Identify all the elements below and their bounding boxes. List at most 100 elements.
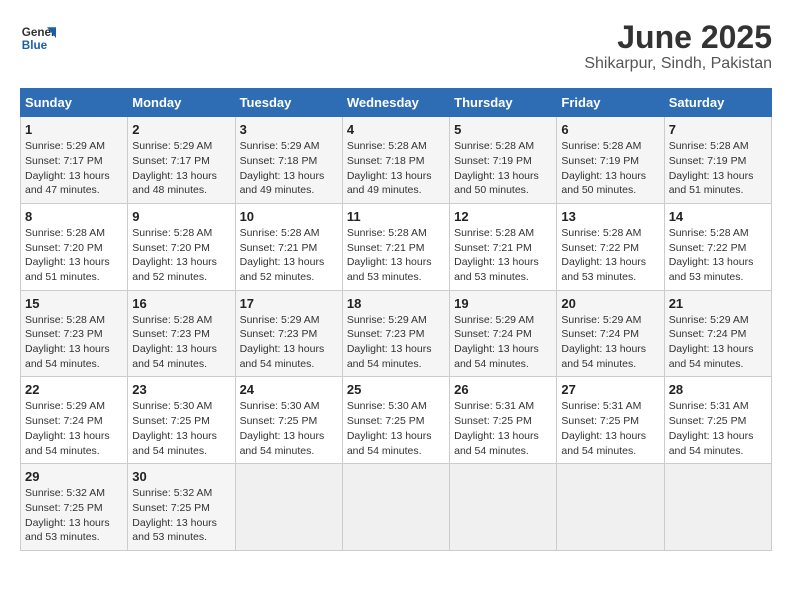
- day-number: 25: [347, 382, 445, 397]
- day-number: 28: [669, 382, 767, 397]
- day-number: 9: [132, 209, 230, 224]
- day-info: Sunrise: 5:29 AMSunset: 7:23 PMDaylight:…: [240, 313, 338, 372]
- day-number: 27: [561, 382, 659, 397]
- day-number: 16: [132, 296, 230, 311]
- calendar-week-row: 22Sunrise: 5:29 AMSunset: 7:24 PMDayligh…: [21, 377, 772, 464]
- weekday-header-sunday: Sunday: [21, 89, 128, 117]
- calendar-day-cell: 3Sunrise: 5:29 AMSunset: 7:18 PMDaylight…: [235, 117, 342, 204]
- calendar-day-cell: 15 Sunrise: 5:28 AMSunset: 7:23 PMDayligh…: [21, 290, 128, 377]
- day-number: 1: [25, 122, 123, 137]
- calendar-day-cell: 29Sunrise: 5:32 AMSunset: 7:25 PMDayligh…: [21, 464, 128, 551]
- day-info: Sunrise: 5:29 AMSunset: 7:17 PMDaylight:…: [132, 139, 230, 198]
- calendar-day-cell: 4 Sunrise: 5:28 AMSunset: 7:18 PMDaylight…: [342, 117, 449, 204]
- calendar-subtitle: Shikarpur, Sindh, Pakistan: [584, 55, 772, 73]
- day-number: 4: [347, 122, 445, 137]
- calendar-week-row: 29 Sunrise: 5:32 AMSunset: 7:25 PMDayligh…: [21, 464, 772, 551]
- weekday-header-monday: Monday: [128, 89, 235, 117]
- empty-cell: [450, 464, 557, 551]
- page-header: General Blue June 2025 Shikarpur, Sindh,…: [20, 20, 772, 73]
- svg-text:Blue: Blue: [22, 39, 48, 52]
- weekday-header-friday: Friday: [557, 89, 664, 117]
- day-info: Sunrise: 5:28 AMSunset: 7:20 PMDaylight:…: [132, 226, 230, 285]
- day-number: 21: [669, 296, 767, 311]
- calendar-day-cell: 22Sunrise: 5:29 AMSunset: 7:24 PMDayligh…: [21, 377, 128, 464]
- calendar-day-cell: 7 Sunrise: 5:28 AMSunset: 7:19 PMDaylight…: [664, 117, 771, 204]
- day-info: Sunrise: 5:28 AMSunset: 7:19 PMDaylight:…: [669, 139, 767, 198]
- calendar-day-cell: 20 Sunrise: 5:29 AMSunset: 7:24 PMDayligh…: [557, 290, 664, 377]
- calendar-day-cell: 1 Sunrise: 5:29 AMSunset: 7:17 PMDaylight…: [21, 117, 128, 204]
- day-info: Sunrise: 5:28 AMSunset: 7:21 PMDaylight:…: [454, 226, 552, 285]
- day-number: 11: [347, 209, 445, 224]
- calendar-day-cell: 23 Sunrise: 5:30 AMSunset: 7:25 PMDayligh…: [128, 377, 235, 464]
- day-info: Sunrise: 5:28 AMSunset: 7:20 PMDaylight:…: [25, 226, 123, 285]
- day-number: 8: [25, 209, 123, 224]
- day-info: Sunrise: 5:29 AMSunset: 7:17 PMDaylight:…: [25, 139, 123, 198]
- day-info: Sunrise: 5:29 AMSunset: 7:23 PMDaylight:…: [347, 313, 445, 372]
- calendar-day-cell: 11 Sunrise: 5:28 AMSunset: 7:21 PMDayligh…: [342, 203, 449, 290]
- day-number: 7: [669, 122, 767, 137]
- day-info: Sunrise: 5:29 AMSunset: 7:24 PMDaylight:…: [454, 313, 552, 372]
- day-number: 14: [669, 209, 767, 224]
- day-number: 2: [132, 122, 230, 137]
- calendar-day-cell: 19 Sunrise: 5:29 AMSunset: 7:24 PMDayligh…: [450, 290, 557, 377]
- day-number: 19: [454, 296, 552, 311]
- day-info: Sunrise: 5:30 AMSunset: 7:25 PMDaylight:…: [240, 399, 338, 458]
- calendar-day-cell: 28Sunrise: 5:31 AMSunset: 7:25 PMDayligh…: [664, 377, 771, 464]
- calendar-title: June 2025: [584, 20, 772, 55]
- day-number: 17: [240, 296, 338, 311]
- calendar-day-cell: 24 Sunrise: 5:30 AMSunset: 7:25 PMDayligh…: [235, 377, 342, 464]
- day-info: Sunrise: 5:28 AMSunset: 7:19 PMDaylight:…: [454, 139, 552, 198]
- day-number: 5: [454, 122, 552, 137]
- day-info: Sunrise: 5:29 AMSunset: 7:24 PMDaylight:…: [561, 313, 659, 372]
- calendar-day-cell: 8 Sunrise: 5:28 AMSunset: 7:20 PMDaylight…: [21, 203, 128, 290]
- calendar-day-cell: 16 Sunrise: 5:28 AMSunset: 7:23 PMDayligh…: [128, 290, 235, 377]
- calendar-day-cell: 10Sunrise: 5:28 AMSunset: 7:21 PMDayligh…: [235, 203, 342, 290]
- day-info: Sunrise: 5:28 AMSunset: 7:22 PMDaylight:…: [561, 226, 659, 285]
- weekday-header-saturday: Saturday: [664, 89, 771, 117]
- day-number: 24: [240, 382, 338, 397]
- day-number: 18: [347, 296, 445, 311]
- day-info: Sunrise: 5:28 AMSunset: 7:19 PMDaylight:…: [561, 139, 659, 198]
- calendar-day-cell: 9 Sunrise: 5:28 AMSunset: 7:20 PMDaylight…: [128, 203, 235, 290]
- day-info: Sunrise: 5:28 AMSunset: 7:18 PMDaylight:…: [347, 139, 445, 198]
- logo: General Blue: [20, 20, 56, 56]
- calendar-week-row: 1 Sunrise: 5:29 AMSunset: 7:17 PMDaylight…: [21, 117, 772, 204]
- calendar-day-cell: 25 Sunrise: 5:30 AMSunset: 7:25 PMDayligh…: [342, 377, 449, 464]
- logo-icon: General Blue: [20, 20, 56, 56]
- empty-cell: [235, 464, 342, 551]
- day-info: Sunrise: 5:31 AMSunset: 7:25 PMDaylight:…: [454, 399, 552, 458]
- title-block: June 2025 Shikarpur, Sindh, Pakistan: [584, 20, 772, 73]
- weekday-header-wednesday: Wednesday: [342, 89, 449, 117]
- calendar-day-cell: 2 Sunrise: 5:29 AMSunset: 7:17 PMDaylight…: [128, 117, 235, 204]
- weekday-header-tuesday: Tuesday: [235, 89, 342, 117]
- day-info: Sunrise: 5:28 AMSunset: 7:21 PMDaylight:…: [347, 226, 445, 285]
- weekday-header-thursday: Thursday: [450, 89, 557, 117]
- day-number: 23: [132, 382, 230, 397]
- day-info: Sunrise: 5:30 AMSunset: 7:25 PMDaylight:…: [132, 399, 230, 458]
- day-number: 10: [240, 209, 338, 224]
- calendar-day-cell: 18 Sunrise: 5:29 AMSunset: 7:23 PMDayligh…: [342, 290, 449, 377]
- calendar-table: SundayMondayTuesdayWednesdayThursdayFrid…: [20, 88, 772, 551]
- calendar-day-cell: 21 Sunrise: 5:29 AMSunset: 7:24 PMDayligh…: [664, 290, 771, 377]
- day-number: 6: [561, 122, 659, 137]
- day-info: Sunrise: 5:29 AMSunset: 7:24 PMDaylight:…: [669, 313, 767, 372]
- day-number: 20: [561, 296, 659, 311]
- calendar-day-cell: 14 Sunrise: 5:28 AMSunset: 7:22 PMDayligh…: [664, 203, 771, 290]
- empty-cell: [342, 464, 449, 551]
- day-info: Sunrise: 5:32 AMSunset: 7:25 PMDaylight:…: [132, 486, 230, 545]
- calendar-day-cell: 6 Sunrise: 5:28 AMSunset: 7:19 PMDaylight…: [557, 117, 664, 204]
- day-info: Sunrise: 5:28 AMSunset: 7:23 PMDaylight:…: [25, 313, 123, 372]
- day-number: 3: [240, 122, 338, 137]
- calendar-day-cell: 12Sunrise: 5:28 AMSunset: 7:21 PMDayligh…: [450, 203, 557, 290]
- calendar-day-cell: 17 Sunrise: 5:29 AMSunset: 7:23 PMDayligh…: [235, 290, 342, 377]
- empty-cell: [557, 464, 664, 551]
- day-info: Sunrise: 5:28 AMSunset: 7:22 PMDaylight:…: [669, 226, 767, 285]
- day-number: 15: [25, 296, 123, 311]
- calendar-day-cell: 13Sunrise: 5:28 AMSunset: 7:22 PMDayligh…: [557, 203, 664, 290]
- day-number: 29: [25, 469, 123, 484]
- day-info: Sunrise: 5:28 AMSunset: 7:23 PMDaylight:…: [132, 313, 230, 372]
- day-number: 30: [132, 469, 230, 484]
- day-info: Sunrise: 5:30 AMSunset: 7:25 PMDaylight:…: [347, 399, 445, 458]
- day-number: 26: [454, 382, 552, 397]
- calendar-day-cell: 27Sunrise: 5:31 AMSunset: 7:25 PMDayligh…: [557, 377, 664, 464]
